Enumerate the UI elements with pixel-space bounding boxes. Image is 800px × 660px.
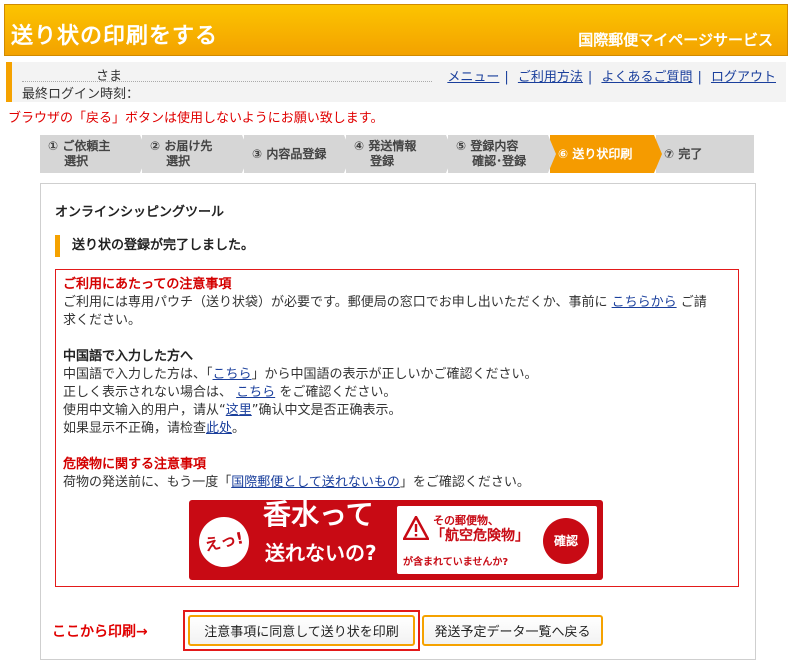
danger-text: 荷物の発送前に、もう一度「国際郵便として送れないもの」をご確認ください。 xyxy=(63,474,731,492)
completion-message: 送り状の登録が完了しました。 xyxy=(55,235,254,257)
usage-heading: ご利用にあたっての注意事項 xyxy=(63,277,232,292)
print-here-label: ここから印刷→ xyxy=(52,624,148,640)
banner-info-line3: が含まれていませんか? xyxy=(403,557,509,568)
chinese-heading: 中国語で入力した方へ xyxy=(63,349,194,364)
chinese-l3-text-b: ”确认中文是否正确表示。 xyxy=(251,403,402,418)
step-label: ② お届け先 選択 xyxy=(150,139,213,168)
step-6-active: ⑥ 送り状印刷 xyxy=(550,135,662,173)
step-2: ② お届け先 選択 xyxy=(142,135,250,173)
banner-info-box: その郵便物、 「航空危険物」 が含まれていませんか? 確認 xyxy=(397,506,597,574)
usage-text-3: 求ください。 xyxy=(63,313,142,328)
chinese-line-2: 正しく表示されない場合は、 こちら をご確認ください。 xyxy=(63,384,731,402)
warning-icon xyxy=(403,516,429,540)
step-label: ⑥ 送り状印刷 xyxy=(558,146,633,161)
chinese-l3-text: 使用中文输入的用户，请从“ xyxy=(63,403,226,418)
print-invoice-button[interactable]: 注意事項に同意して送り状を印刷 xyxy=(188,615,415,646)
progress-steps: ① ご依頼主 選択 ② お届け先 選択 ③ 内容品登録 ④ 発送情報 登録 ⑤ … xyxy=(40,135,756,173)
faq-link[interactable]: よくあるご質問 xyxy=(601,70,692,85)
banner-main-line1: 香水って xyxy=(263,498,374,531)
step-label: ③ 内容品登録 xyxy=(252,146,327,161)
danger-text-b: 」をご確認ください。 xyxy=(399,475,530,490)
pouch-request-link[interactable]: こちらから xyxy=(612,295,677,310)
chinese-l4-text: 如果显示不正确，请检查 xyxy=(63,421,207,436)
tool-title: オンラインシッピングツール xyxy=(55,205,225,220)
chinese-line-1: 中国語で入力した方は、「こちら」から中国語の表示が正しいかご確認ください。 xyxy=(63,366,731,384)
danger-heading: 危険物に関する注意事項 xyxy=(63,457,207,472)
page-header: 送り状の印刷をする 国際郵便マイページサービス xyxy=(4,4,788,56)
chinese-help-link[interactable]: こちら xyxy=(236,385,275,400)
zh-help-link[interactable]: 此处 xyxy=(206,421,232,436)
danger-text-a: 荷物の発送前に、もう一度「 xyxy=(63,475,232,490)
chinese-l2-text: 正しく表示されない場合は、 xyxy=(63,385,233,400)
main-panel: オンラインシッピングツール 送り状の登録が完了しました。 ご利用にあたっての注意… xyxy=(40,183,756,660)
banner-main-line2: 送れないの? xyxy=(265,541,377,565)
banner-info-line2: 「航空危険物」 xyxy=(431,528,529,544)
step-label: ⑤ 登録内容 確認･登録 xyxy=(456,139,527,168)
step-label: ④ 発送情報 登録 xyxy=(354,139,417,168)
step-7: ⑦ 完了 xyxy=(656,135,754,173)
user-bar: さま 最終ログイン時刻： メニュー | ご利用方法 | よくあるご質問 | ログアウト xyxy=(6,62,786,102)
step-3: ③ 内容品登録 xyxy=(244,135,352,173)
service-name: 国際郵便マイページサービス xyxy=(578,31,773,49)
logout-link[interactable]: ログアウト xyxy=(711,70,776,85)
back-to-list-button[interactable]: 発送予定データ一覧へ戻る xyxy=(422,615,603,646)
chinese-line-4: 如果显示不正确，请检查此处。 xyxy=(63,420,731,438)
chinese-line-3: 使用中文输入的用户，请从“这里”确认中文是否正确表示。 xyxy=(63,402,731,420)
zh-check-link[interactable]: 这里 xyxy=(226,403,252,418)
step-4: ④ 発送情報 登録 xyxy=(346,135,454,173)
dangerous-goods-banner[interactable]: えっ! 香水って 送れないの? その郵便物、 「航空危険物」 が含まれていません… xyxy=(189,500,603,580)
back-button-warning: ブラウザの「戻る」ボタンは使用しないようにお願い致します。 xyxy=(8,111,384,126)
last-login: 最終ログイン時刻： xyxy=(22,87,140,102)
top-nav: メニュー | ご利用方法 | よくあるご質問 | ログアウト xyxy=(447,70,776,85)
menu-link[interactable]: メニュー xyxy=(447,70,499,85)
step-5: ⑤ 登録内容 確認･登録 xyxy=(448,135,556,173)
prohibited-items-link[interactable]: 国際郵便として送れないもの xyxy=(231,475,400,490)
notice-box: ご利用にあたっての注意事項 ご利用には専用パウチ（送り状袋）が必要です。郵便局の… xyxy=(55,269,739,587)
step-label: ⑦ 完了 xyxy=(664,146,703,161)
banner-confirm-badge: 確認 xyxy=(543,518,589,564)
user-divider xyxy=(22,81,432,82)
usage-link[interactable]: ご利用方法 xyxy=(518,70,583,85)
chinese-l1-text: 中国語で入力した方は、「 xyxy=(63,367,213,382)
usage-text-2: ご請 xyxy=(680,295,707,310)
chinese-l4-text-b: 。 xyxy=(232,421,246,436)
chinese-l1-text-b: 」から中国語の表示が正しいかご確認ください。 xyxy=(251,367,538,382)
step-label: ① ご依頼主 選択 xyxy=(48,139,111,168)
banner-badge: えっ! xyxy=(194,512,254,572)
print-button-highlight: 注意事項に同意して送り状を印刷 xyxy=(183,610,420,651)
usage-text: ご利用には専用パウチ（送り状袋）が必要です。郵便局の窓口でお申し出いただくか、事… xyxy=(63,294,731,312)
chinese-check-link[interactable]: こちら xyxy=(213,367,252,382)
chinese-l2-text-b: をご確認ください。 xyxy=(279,385,397,400)
page-title: 送り状の印刷をする xyxy=(11,24,219,49)
back-button-wrap: 発送予定データ一覧へ戻る xyxy=(422,615,603,646)
step-1: ① ご依頼主 選択 xyxy=(40,135,148,173)
usage-text-1: ご利用には専用パウチ（送り状袋）が必要です。郵便局の窓口でお申し出いただくか、事… xyxy=(63,295,608,310)
